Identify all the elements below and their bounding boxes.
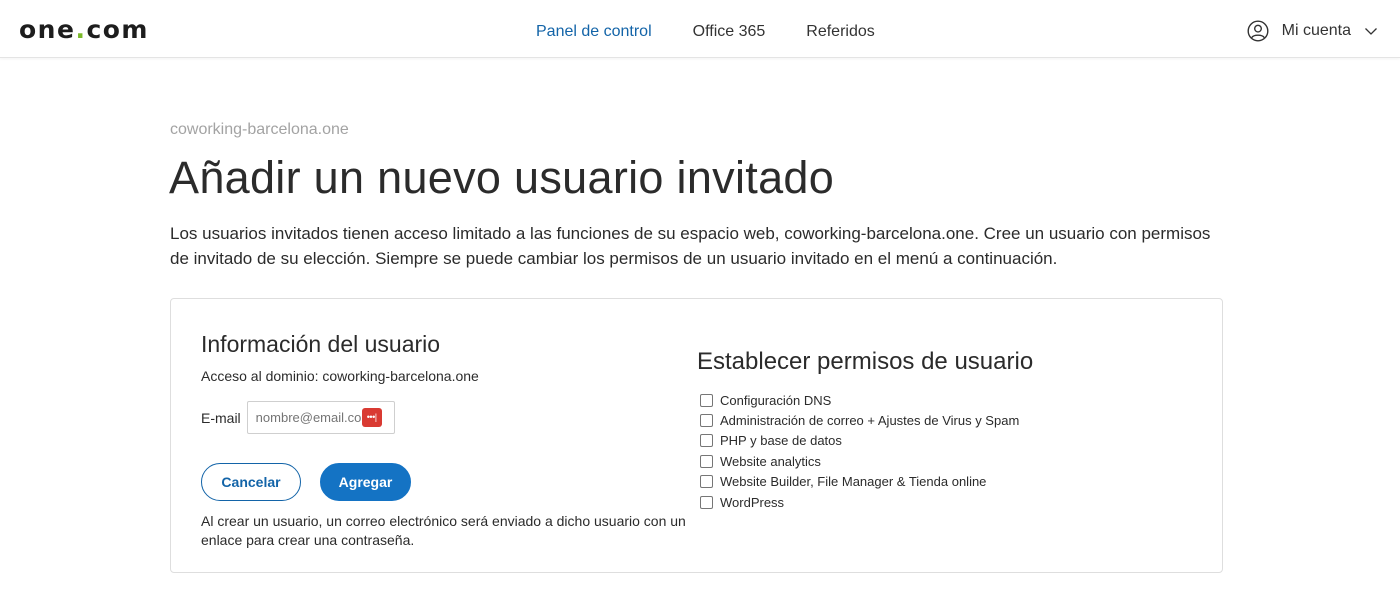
checkbox-php-db[interactable] bbox=[700, 434, 713, 448]
logo-part2: com bbox=[86, 15, 149, 44]
permissions-section: Establecer permisos de usuario Configura… bbox=[697, 347, 1197, 512]
checkbox-wordpress[interactable] bbox=[700, 495, 713, 509]
user-circle-icon bbox=[1247, 20, 1269, 42]
user-info-section: Información del usuario Acceso al domini… bbox=[201, 329, 686, 550]
one-com-logo[interactable]: one.com bbox=[19, 15, 149, 45]
email-row: E-mail •••| bbox=[201, 401, 681, 434]
top-navigation-bar: one.com Panel de control Office 365 Refe… bbox=[0, 0, 1400, 58]
permission-label: Website Builder, File Manager & Tienda o… bbox=[720, 474, 987, 490]
add-guest-user-card: Información del usuario Acceso al domini… bbox=[170, 298, 1223, 573]
email-label: E-mail bbox=[201, 409, 241, 426]
account-menu[interactable]: Mi cuenta bbox=[1247, 18, 1378, 44]
logo-part1: one bbox=[19, 15, 76, 44]
email-notice: Al crear un usuario, un correo electróni… bbox=[201, 513, 686, 548]
page-title: Añadir un nuevo usuario invitado bbox=[169, 152, 835, 203]
nav-panel-de-control[interactable]: Panel de control bbox=[536, 20, 652, 44]
permission-label: Configuración DNS bbox=[720, 392, 832, 408]
main-nav: Panel de control Office 365 Referidos bbox=[536, 20, 916, 44]
permission-php-db[interactable]: PHP y base de datos bbox=[697, 431, 1197, 451]
permission-dns[interactable]: Configuración DNS bbox=[697, 390, 1197, 410]
cancel-button[interactable]: Cancelar bbox=[201, 463, 301, 501]
checkbox-dns[interactable] bbox=[700, 393, 713, 407]
breadcrumb: coworking-barcelona.one bbox=[170, 121, 349, 138]
checkbox-mail[interactable] bbox=[700, 414, 713, 428]
nav-office-365[interactable]: Office 365 bbox=[693, 20, 766, 44]
nav-referidos[interactable]: Referidos bbox=[806, 20, 874, 44]
permission-label: PHP y base de datos bbox=[720, 433, 842, 449]
permission-website-builder[interactable]: Website Builder, File Manager & Tienda o… bbox=[697, 472, 1197, 492]
chevron-down-icon bbox=[1365, 28, 1377, 35]
permission-analytics[interactable]: Website analytics bbox=[697, 451, 1197, 471]
permission-label: WordPress bbox=[720, 494, 785, 510]
permissions-list: Configuración DNS Administración de corr… bbox=[697, 390, 1197, 512]
logo-dot: . bbox=[75, 15, 87, 44]
email-field-wrapper: •••| bbox=[246, 401, 395, 434]
password-manager-icon[interactable]: •••| bbox=[361, 408, 382, 427]
checkbox-website-builder[interactable] bbox=[700, 475, 713, 489]
checkbox-analytics[interactable] bbox=[700, 454, 713, 468]
permissions-title: Establecer permisos de usuario bbox=[697, 348, 1034, 375]
add-button[interactable]: Agregar bbox=[320, 463, 411, 501]
permission-wordpress[interactable]: WordPress bbox=[697, 492, 1197, 512]
account-label: Mi cuenta bbox=[1281, 22, 1351, 39]
user-info-title: Información del usuario bbox=[201, 331, 441, 357]
intro-text: Los usuarios invitados tienen acceso lim… bbox=[170, 224, 1211, 268]
permission-label: Administración de correo + Ajustes de Vi… bbox=[720, 413, 1020, 429]
action-buttons: Cancelar Agregar bbox=[201, 463, 681, 501]
permission-label: Website analytics bbox=[720, 453, 821, 469]
permission-mail[interactable]: Administración de correo + Ajustes de Vi… bbox=[697, 410, 1197, 430]
domain-access-text: Acceso al dominio: coworking-barcelona.o… bbox=[201, 368, 479, 384]
